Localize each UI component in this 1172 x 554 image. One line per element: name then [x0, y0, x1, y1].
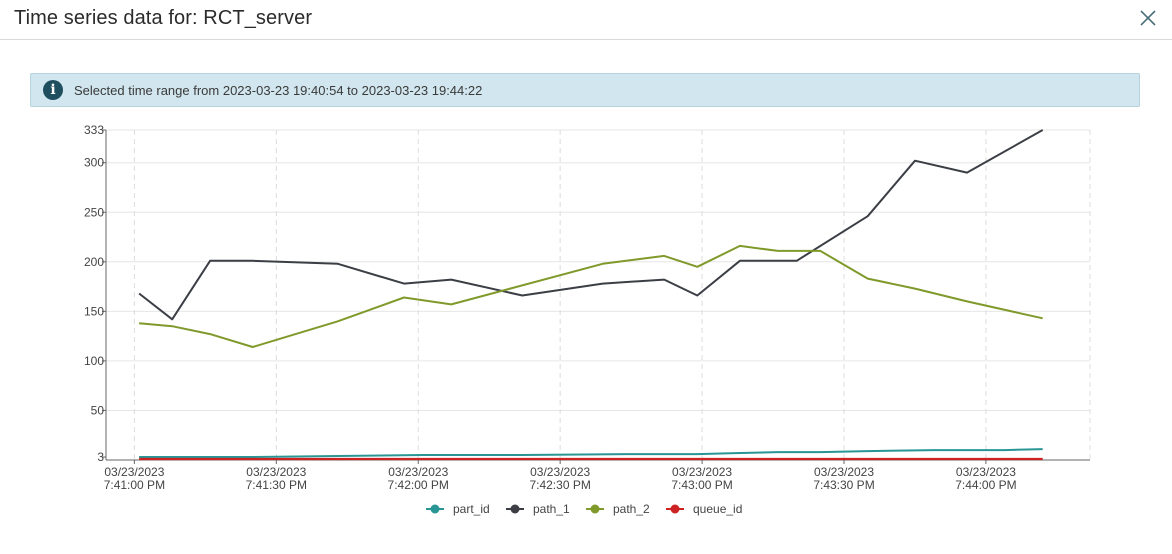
x-tick-label-date: 03/23/2023: [246, 465, 306, 479]
legend-label: path_2: [613, 502, 650, 516]
x-tick-label-time: 7:42:00 PM: [388, 478, 449, 492]
x-tick-label-time: 7:41:00 PM: [104, 478, 165, 492]
x-tick-label-date: 03/23/2023: [814, 465, 874, 479]
info-icon: i: [43, 80, 63, 100]
x-tick-label-time: 7:44:00 PM: [955, 478, 1016, 492]
legend[interactable]: part_id path_1 path_2 queue_id: [426, 502, 742, 516]
legend-swatch-dot: [670, 504, 680, 514]
x-tick-label-time: 7:42:30 PM: [529, 478, 590, 492]
y-tick-label: 150: [84, 304, 104, 318]
y-tick-label: 333: [84, 123, 104, 137]
series-line-part_id: [139, 448, 1043, 458]
legend-label: queue_id: [693, 502, 742, 516]
y-tick-label: 50: [91, 403, 105, 417]
legend-swatch-dot: [590, 504, 600, 514]
series-line-path_1: [138, 129, 1044, 321]
time-series-chart: 35010015020025030033303/23/20237:41:00 P…: [84, 123, 1091, 516]
legend-item-part_id[interactable]: part_id: [426, 502, 490, 516]
legend-item-queue_id[interactable]: queue_id: [666, 502, 742, 516]
legend-label: path_1: [533, 502, 570, 516]
legend-swatch-dot: [430, 504, 440, 514]
y-tick-label: 250: [84, 205, 104, 219]
info-banner: i Selected time range from 2023-03-23 19…: [30, 73, 1140, 107]
y-tick-label: 100: [84, 354, 104, 368]
dialog-title: Time series data for: RCT_server: [14, 7, 313, 29]
x-tick-label-date: 03/23/2023: [530, 465, 590, 479]
x-tick-label-date: 03/23/2023: [104, 465, 164, 479]
legend-item-path_1[interactable]: path_1: [506, 502, 570, 516]
x-tick-label-time: 7:43:30 PM: [813, 478, 874, 492]
x-tick-label-date: 03/23/2023: [672, 465, 732, 479]
y-tick-label: 300: [84, 156, 104, 170]
y-tick-label: 3: [97, 450, 104, 464]
info-banner-text: Selected time range from 2023-03-23 19:4…: [74, 83, 483, 98]
legend-item-path_2[interactable]: path_2: [586, 502, 650, 516]
y-tick-label: 200: [84, 255, 104, 269]
x-tick-label-date: 03/23/2023: [956, 465, 1016, 479]
legend-swatch-dot: [510, 504, 520, 514]
close-icon[interactable]: [1138, 8, 1158, 28]
x-tick-label-time: 7:41:30 PM: [246, 478, 307, 492]
x-tick-label-date: 03/23/2023: [388, 465, 448, 479]
x-tick-label-time: 7:43:00 PM: [671, 478, 732, 492]
dialog-header: Time series data for: RCT_server: [0, 0, 1172, 40]
legend-label: part_id: [453, 502, 490, 516]
